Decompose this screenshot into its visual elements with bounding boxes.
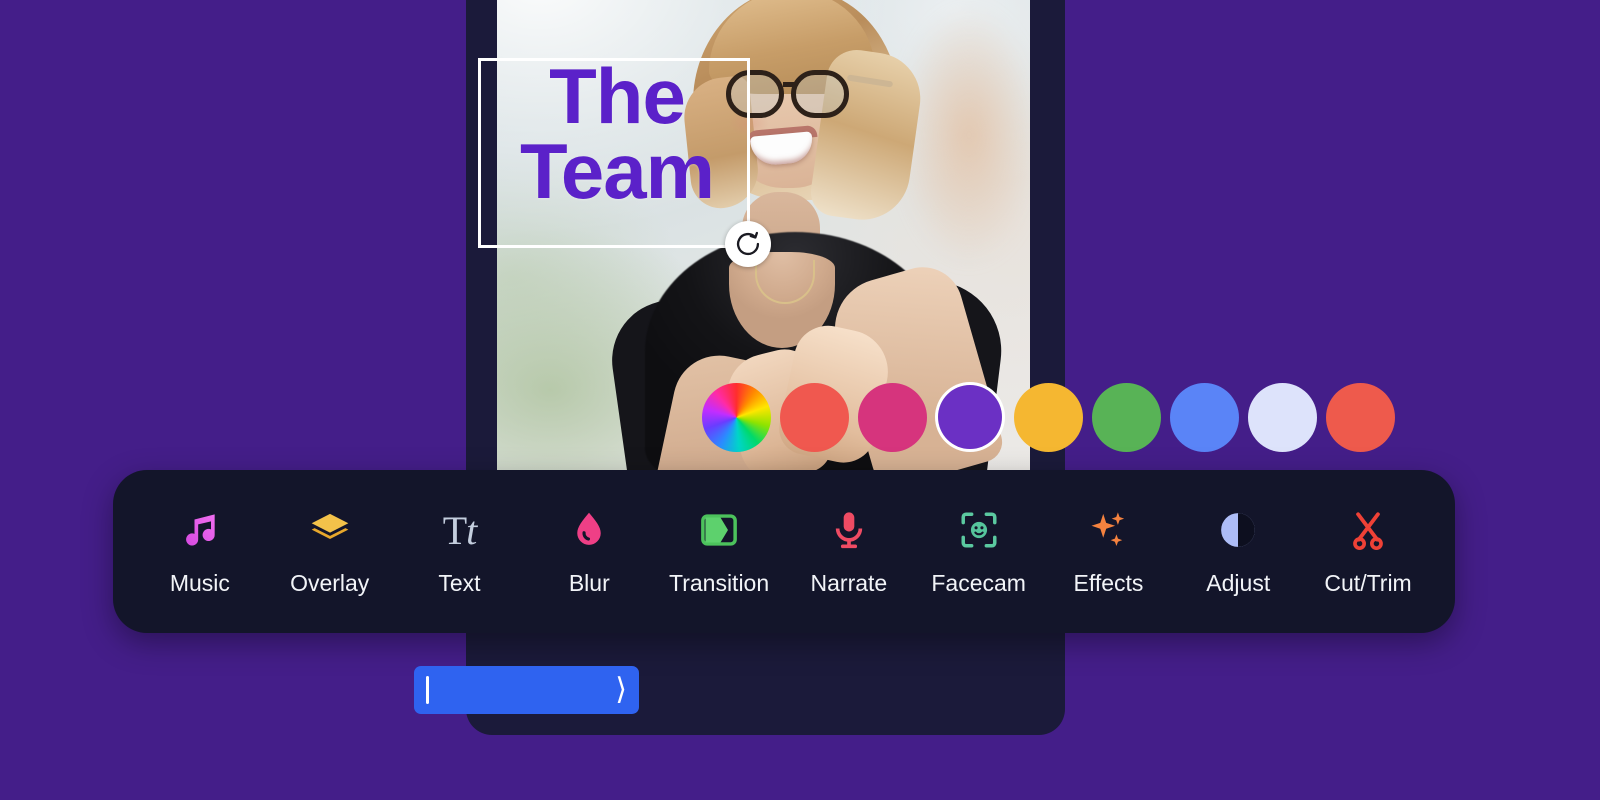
tool-effects[interactable]: Effects — [1044, 506, 1172, 597]
tool-text[interactable]: Tt Text — [395, 506, 523, 597]
color-swatch-row[interactable] — [697, 381, 1399, 453]
color-swatch-purple[interactable] — [938, 385, 1002, 449]
editor-toolbar[interactable]: Music Overlay Tt Text Blur Transition Narrate F… — [113, 470, 1455, 633]
chevron-right-icon[interactable]: ⟩ — [615, 675, 627, 705]
text-tt-icon: Tt — [442, 507, 478, 553]
color-swatch-wrap-color-wheel[interactable] — [697, 381, 775, 453]
rotate-icon[interactable] — [725, 221, 771, 267]
transition-icon — [691, 506, 747, 554]
color-swatch-pale-lavender[interactable] — [1247, 382, 1317, 452]
color-swatch-wrap-coral-red-2[interactable] — [1321, 381, 1399, 453]
sparkles-icon — [1080, 506, 1136, 554]
color-swatch-coral-red[interactable] — [779, 382, 849, 452]
photo-glasses-bridge — [783, 82, 795, 87]
color-swatch-wrap-royal-blue[interactable] — [1165, 381, 1243, 453]
tool-label: Facecam — [931, 570, 1026, 596]
color-swatch-magenta-pink[interactable] — [857, 382, 927, 452]
tool-adjust[interactable]: Adjust — [1174, 506, 1302, 597]
tool-label: Transition — [669, 570, 770, 596]
color-swatch-wrap-coral-red[interactable] — [775, 381, 853, 453]
tool-cut-trim[interactable]: Cut/Trim — [1304, 506, 1432, 597]
tool-facecam[interactable]: Facecam — [915, 506, 1043, 597]
droplet-icon — [561, 506, 617, 554]
photo-glasses-right-lens — [791, 70, 849, 118]
color-swatch-coral-red-2[interactable] — [1325, 382, 1395, 452]
text-overlay-selection-box[interactable]: The Team — [478, 57, 750, 248]
layers-icon — [302, 506, 358, 554]
tool-label: Blur — [568, 570, 610, 596]
tool-label: Effects — [1073, 570, 1144, 596]
contrast-icon — [1210, 506, 1266, 554]
color-swatch-wrap-green[interactable] — [1087, 381, 1165, 453]
color-swatch-green[interactable] — [1091, 382, 1161, 452]
photo-blurred-hand — [897, 0, 1030, 300]
trim-left-handle-icon[interactable] — [426, 676, 429, 704]
tool-label: Text — [438, 570, 481, 596]
color-swatch-royal-blue[interactable] — [1169, 382, 1239, 452]
microphone-icon — [821, 506, 877, 554]
face-scan-icon — [951, 506, 1007, 554]
music-note-icon — [172, 506, 228, 554]
editor-screen: Smiling blonde woman wearing glasses and… — [0, 0, 1600, 800]
tool-blur[interactable]: Blur — [525, 506, 653, 597]
scissors-icon — [1340, 506, 1396, 554]
tool-overlay[interactable]: Overlay — [266, 506, 394, 597]
tool-transition[interactable]: Transition — [655, 506, 783, 597]
overlay-text[interactable]: The Team — [471, 57, 763, 210]
color-swatch-wrap-magenta-pink[interactable] — [853, 381, 931, 453]
tool-narrate[interactable]: Narrate — [785, 506, 913, 597]
color-swatch-wrap-amber-yellow[interactable] — [1009, 381, 1087, 453]
tool-label: Overlay — [290, 570, 370, 596]
tool-label: Music — [169, 570, 230, 596]
color-swatch-wrap-pale-lavender[interactable] — [1243, 381, 1321, 453]
color-swatch-amber-yellow[interactable] — [1013, 382, 1083, 452]
tool-label: Adjust — [1206, 570, 1271, 596]
timeline-clip[interactable]: ⟩ — [414, 666, 639, 714]
tool-label: Cut/Trim — [1324, 570, 1412, 596]
color-swatch-color-wheel[interactable] — [701, 382, 771, 452]
tool-label: Narrate — [810, 570, 888, 596]
tool-music[interactable]: Music — [136, 506, 264, 597]
color-swatch-wrap-purple[interactable] — [931, 381, 1009, 453]
